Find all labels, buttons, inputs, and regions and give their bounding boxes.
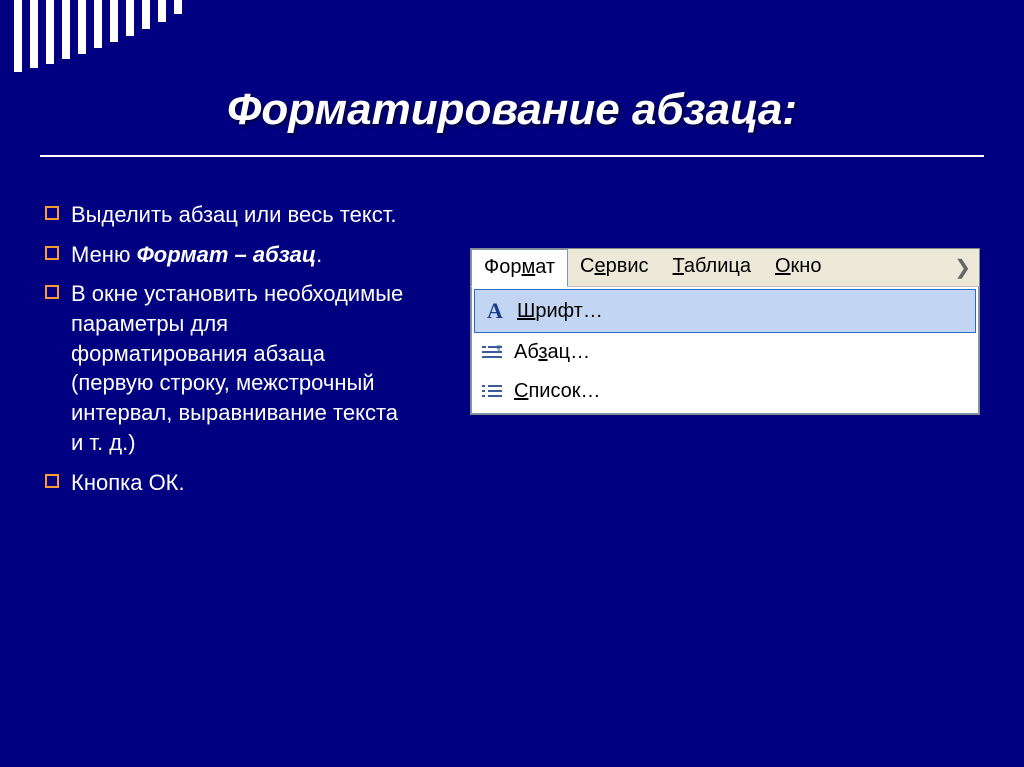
text-fragment: Меню [71, 242, 137, 267]
dropdown-label: Список… [514, 380, 601, 403]
dropdown-item-list[interactable]: Список… [472, 372, 978, 411]
text-fragment: . [316, 242, 322, 267]
text-emphasis: Формат – абзац [137, 242, 317, 267]
corner-stripes [0, 0, 182, 72]
bullet-text: Выделить абзац или весь текст. [71, 200, 396, 230]
bullet-text: В окне установить необходимые параметры … [71, 279, 405, 457]
menu-service[interactable]: Сервис [568, 249, 661, 286]
dropdown-label: Шрифт… [517, 300, 603, 323]
word-menu-screenshot: Формат Сервис Таблица Окно ❯ A Шрифт… ¶ … [470, 248, 980, 415]
bullet-box-icon [45, 246, 59, 260]
bullet-box-icon [45, 285, 59, 299]
bullet-list: Выделить абзац или весь текст. Меню Форм… [45, 200, 405, 507]
bullet-text: Меню Формат – абзац. [71, 240, 322, 270]
paragraph-icon: ¶ [478, 344, 506, 362]
list-icon [478, 383, 506, 401]
slide-title: Форматирование абзаца: [0, 85, 1024, 135]
menu-window[interactable]: Окно [763, 249, 833, 286]
format-dropdown: A Шрифт… ¶ Абзац… [471, 287, 979, 414]
bullet-box-icon [45, 474, 59, 488]
dropdown-item-font[interactable]: A Шрифт… [474, 289, 976, 333]
bullet-item: Меню Формат – абзац. [45, 240, 405, 270]
bullet-item: Выделить абзац или весь текст. [45, 200, 405, 230]
menu-overflow-icon[interactable]: ❯ [946, 249, 979, 286]
bullet-item: Кнопка ОК. [45, 468, 405, 498]
dropdown-item-paragraph[interactable]: ¶ Абзац… [472, 333, 978, 372]
menu-format[interactable]: Формат [471, 249, 568, 287]
title-underline [40, 155, 984, 157]
menu-table[interactable]: Таблица [661, 249, 763, 286]
bullet-text: Кнопка ОК. [71, 468, 185, 498]
bullet-box-icon [45, 206, 59, 220]
bullet-item: В окне установить необходимые параметры … [45, 279, 405, 457]
svg-text:¶: ¶ [496, 344, 501, 354]
font-icon: A [481, 298, 509, 324]
menubar: Формат Сервис Таблица Окно ❯ [471, 249, 979, 287]
dropdown-label: Абзац… [514, 341, 590, 364]
